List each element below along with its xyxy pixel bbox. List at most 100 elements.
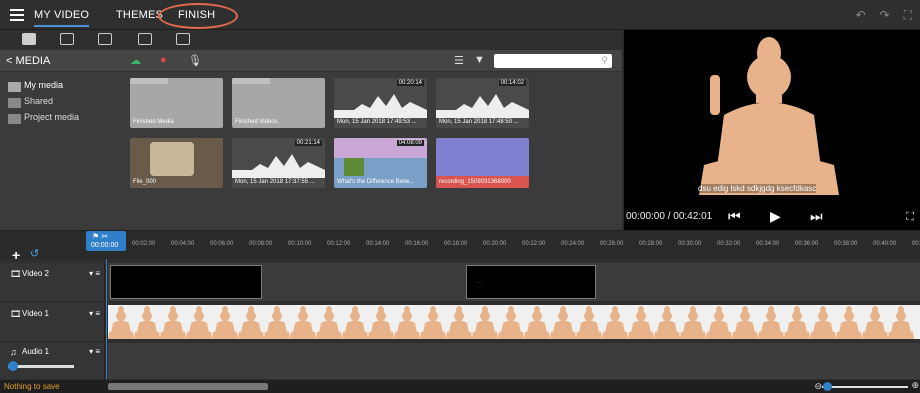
image-tab-icon[interactable] [60, 33, 74, 45]
ruler-tick: 00:30:00 [678, 241, 702, 247]
media-title[interactable]: < MEDIA [6, 55, 50, 67]
play-icon[interactable]: ▶ [770, 208, 781, 225]
track-menu-icon[interactable]: ▾ ≡ [89, 347, 100, 356]
sidebar-item-project-media[interactable]: Project media [0, 112, 125, 128]
finish-highlight-annotation [158, 3, 238, 29]
video-preview[interactable]: dsu edig lskd sdkjgdg ksecfdkasc 00:00:0… [624, 30, 920, 230]
film-icon: 🎞 [10, 309, 22, 319]
track-name: Audio 1 [22, 347, 50, 356]
clip-thumbnail [342, 305, 368, 339]
ruler-tick: 00:28:00 [639, 241, 663, 247]
video-clip[interactable] [110, 265, 262, 299]
download-tab-icon[interactable] [176, 33, 190, 45]
ruler-tick: 00:20:00 [483, 241, 507, 247]
video-clip[interactable]: ··· [466, 265, 596, 299]
folder-icon [8, 114, 21, 124]
horizontal-scrollbar[interactable] [108, 383, 268, 390]
search-input[interactable]: ⚲ [494, 54, 612, 68]
track-body[interactable] [108, 343, 920, 379]
track-menu-icon[interactable]: ▾ ≡ [89, 269, 100, 278]
top-menu-bar: MY VIDEO THEMES FINISH ↶ ↷ ⛶ [0, 0, 920, 30]
upload-cloud-icon[interactable]: ☁ [130, 54, 141, 67]
track-menu-icon[interactable]: ▾ ≡ [89, 309, 100, 318]
media-tile[interactable]: Finished Media [130, 78, 223, 128]
track-video-1: 🎞 Video 1 ▾ ≡ [0, 303, 920, 341]
zoom-slider[interactable] [822, 386, 908, 388]
track-name: Video 1 [22, 309, 49, 318]
playhead[interactable]: ⚑ ✂ 00:00:00 [86, 231, 126, 251]
folder-tab [232, 78, 270, 84]
media-tile[interactable]: 04:08:09 What's the Difference Betw... [334, 138, 427, 188]
media-tile[interactable]: 00:14:02 Mon, 15 Jan 2018 17:48:50 ... [436, 78, 529, 128]
media-tab-icon[interactable] [22, 33, 36, 45]
clip-thumbnail [446, 305, 472, 339]
ruler-tick: 00:08:00 [249, 241, 273, 247]
ruler-tick: 00:36:00 [795, 241, 819, 247]
skip-forward-icon[interactable]: ⏭ [810, 208, 823, 225]
status-bar: Nothing to save ⊖ ⊕ [0, 380, 920, 393]
clip-thumbnail [498, 305, 524, 339]
fullscreen-icon[interactable]: ⛶ [906, 211, 914, 224]
sidebar-item-my-media[interactable]: My media [0, 80, 125, 96]
video-clip-strip[interactable] [108, 305, 920, 339]
clip-thumbnail [264, 305, 290, 339]
sidebar-item-label: Project media [24, 112, 80, 122]
timeline-ruler[interactable]: + ↺ 00:02:00 00:04:00 00:06:00 00:08:00 00:1… [0, 231, 920, 263]
clip-thumbnail [758, 305, 784, 339]
ruler-tick: 00:12:00 [327, 241, 351, 247]
clip-thumbnail [368, 305, 394, 339]
track-body[interactable]: ··· [108, 263, 920, 301]
tile-duration: 04:08:09 [396, 140, 424, 146]
folder-icon [8, 82, 21, 92]
ruler-tick: 00:04:00 [171, 241, 195, 247]
sidebar-item-label: My media [24, 80, 64, 90]
track-header: ♫ Audio 1 ▾ ≡ [0, 343, 105, 379]
zoom-in-icon[interactable]: ⊕ [911, 380, 919, 391]
volume-knob[interactable] [8, 361, 18, 371]
add-track-icon[interactable]: + [12, 247, 20, 263]
microphone-icon[interactable]: 🎙 [188, 54, 202, 67]
media-tile[interactable]: 00:21:14 Mon, 15 Jan 2018 17:37:55 ... [232, 138, 325, 188]
marker-scissors-icon[interactable]: ⚑ ✂ [92, 232, 108, 241]
tile-caption: Mon, 15 Jan 2018 17:48:50 ... [439, 119, 519, 125]
clip-thumbnail [160, 305, 186, 339]
text-tab-icon[interactable] [98, 33, 112, 45]
clip-thumbnail [550, 305, 576, 339]
list-view-icon[interactable]: ☰ [454, 54, 464, 67]
filter-icon[interactable]: ▼ [474, 54, 485, 66]
zoom-knob[interactable] [823, 382, 832, 391]
zoom-out-icon[interactable]: ⊖ [814, 381, 822, 392]
track-audio-1: ♫ Audio 1 ▾ ≡ [0, 343, 920, 379]
sidebar-item-shared[interactable]: Shared [0, 96, 125, 112]
clip-thumbnail [862, 305, 888, 339]
hamburger-menu-icon[interactable] [10, 9, 24, 21]
undo-icon[interactable]: ↶ [855, 8, 865, 22]
skip-back-icon[interactable]: ⏮ [728, 208, 741, 225]
redo-icon[interactable]: ↷ [880, 8, 890, 22]
ruler-tick: 00:18:00 [444, 241, 468, 247]
folder-tab [130, 78, 168, 84]
media-grid: Finished Media Finished Videos 00:20:14 … [130, 78, 610, 218]
clip-thumbnail [316, 305, 342, 339]
tab-themes[interactable]: THEMES [116, 9, 163, 21]
clip-thumbnail [680, 305, 706, 339]
undo-icon[interactable]: ↺ [30, 247, 39, 260]
ruler-tick: 00:02:00 [132, 241, 156, 247]
media-tile[interactable]: 00:20:14 Mon, 15 Jan 2018 17:49:53 ... [334, 78, 427, 128]
clip-thumbnail [602, 305, 628, 339]
ruler-tick: 00:16:00 [405, 241, 429, 247]
track-video-2: 🎞 Video 2 ▾ ≡ ··· [0, 263, 920, 301]
buddha-statue-image [699, 37, 839, 195]
clip-thumbnail [576, 305, 602, 339]
media-tile[interactable]: recording_1509031368000 [436, 138, 529, 188]
ruler-tick: 00:22:00 [522, 241, 546, 247]
tile-caption: What's the Difference Betw... [337, 179, 414, 185]
clip-thumbnail [394, 305, 420, 339]
media-tile[interactable]: Finished Videos [232, 78, 325, 128]
tab-my-video[interactable]: MY VIDEO [34, 9, 90, 27]
media-tile[interactable]: File_000 [130, 138, 223, 188]
transition-tab-icon[interactable] [138, 33, 152, 45]
ruler-tick: 00:10:00 [288, 241, 312, 247]
fullscreen-icon[interactable]: ⛶ [904, 8, 912, 22]
record-icon[interactable]: ● [160, 54, 167, 66]
